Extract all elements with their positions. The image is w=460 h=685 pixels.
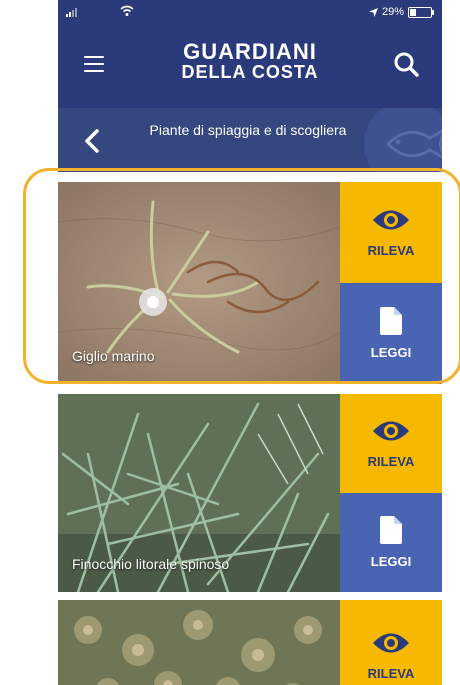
leggi-button[interactable]: LEGGI xyxy=(340,493,442,592)
rileva-label: RILEVA xyxy=(367,454,415,469)
list-item[interactable]: Finocchio litorale spinoso RILEVA LEGGI xyxy=(58,394,442,592)
list-item[interactable]: RILEVA xyxy=(58,600,442,685)
item-actions: RILEVA LEGGI xyxy=(340,394,442,592)
category-bar: Piante di spiaggia e di scogliera xyxy=(58,108,442,172)
fish-icon xyxy=(364,108,442,172)
eye-icon xyxy=(373,421,409,441)
rileva-label: RILEVA xyxy=(367,665,415,681)
document-icon xyxy=(380,307,402,335)
search-icon[interactable] xyxy=(392,50,420,78)
rileva-button[interactable]: RILEVA xyxy=(340,600,442,685)
app-logo: GUARDIANI DELLA COSTA xyxy=(158,39,342,83)
app-header: GUARDIANI DELLA COSTA xyxy=(58,26,442,108)
list-item[interactable]: Giglio marino RILEVA LEGGI xyxy=(58,182,442,384)
phone-screen: 29% GUARDIANI DELLA COSTA Piante di spia… xyxy=(58,0,442,685)
category-title: Piante di spiaggia e di scogliera xyxy=(149,122,347,138)
leggi-label: LEGGI xyxy=(370,554,412,569)
logo-line-2: DELLA COSTA xyxy=(181,62,319,82)
logo-line-1: GUARDIANI xyxy=(183,39,317,64)
eye-icon xyxy=(373,210,409,230)
leggi-button[interactable]: LEGGI xyxy=(340,283,442,384)
hamburger-menu-icon[interactable] xyxy=(84,56,104,72)
document-icon xyxy=(380,516,402,544)
battery-percent: 29% xyxy=(381,6,404,18)
rileva-button[interactable]: RILEVA xyxy=(340,182,442,283)
species-photo xyxy=(58,600,340,685)
species-name: Giglio marino xyxy=(72,348,155,364)
status-bar: 29% xyxy=(58,0,442,26)
rileva-button[interactable]: RILEVA xyxy=(340,394,442,493)
species-name: Finocchio litorale spinoso xyxy=(72,556,230,572)
rileva-label: RILEVA xyxy=(367,243,415,258)
battery-level xyxy=(410,8,416,16)
location-arrow-icon xyxy=(368,7,378,17)
leggi-label: LEGGI xyxy=(370,345,412,360)
item-actions: RILEVA xyxy=(340,600,442,685)
wifi-icon xyxy=(120,5,134,16)
item-actions: RILEVA LEGGI xyxy=(340,182,442,384)
eye-icon xyxy=(373,633,409,652)
battery-icon xyxy=(408,6,434,18)
signal-icon xyxy=(66,8,77,17)
chevron-left-icon[interactable] xyxy=(82,128,102,154)
